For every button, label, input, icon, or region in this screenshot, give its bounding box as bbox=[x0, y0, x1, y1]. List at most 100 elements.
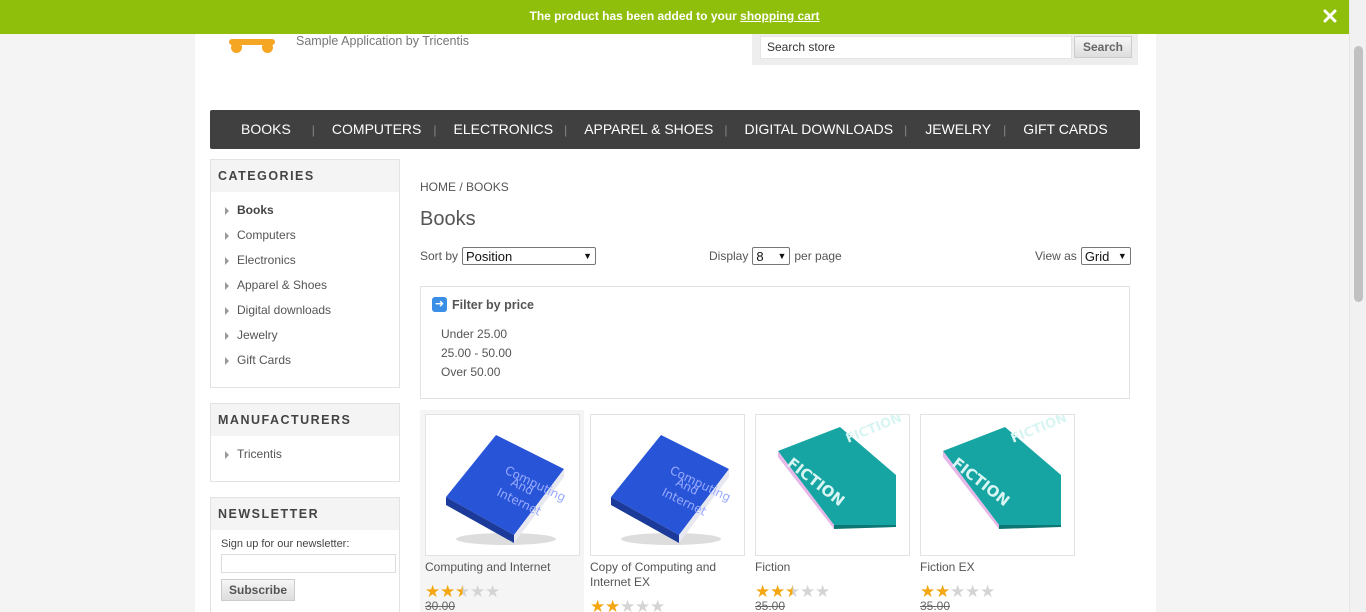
menu-separator: | bbox=[904, 122, 908, 137]
star-icon: ★ bbox=[485, 582, 501, 601]
menu-separator: | bbox=[564, 122, 568, 137]
filter-header: ➜ Filter by price bbox=[432, 297, 534, 312]
bullet-triangle-icon bbox=[225, 331, 229, 340]
product-image[interactable]: FICTION FICTION bbox=[920, 414, 1075, 556]
shopping-cart-link[interactable]: shopping cart bbox=[740, 9, 819, 23]
sort-select[interactable]: Position ▼ bbox=[462, 247, 597, 265]
star-icon: ★ bbox=[800, 582, 816, 601]
chevron-down-icon: ▼ bbox=[583, 251, 593, 261]
star-icon: ★ bbox=[770, 582, 786, 601]
product-image[interactable]: Computing And Internet bbox=[590, 414, 745, 556]
star-icon: ★ bbox=[950, 582, 966, 601]
chevron-down-icon: ▼ bbox=[1117, 251, 1127, 261]
sort-control: Sort by Position ▼ bbox=[420, 247, 600, 265]
product-image[interactable]: Computing And Internet bbox=[425, 414, 580, 556]
star-icon: ★ bbox=[635, 597, 651, 612]
product-rating: ★ ★ ★ ★ ★ bbox=[755, 583, 830, 600]
per-page-label: per page bbox=[794, 249, 842, 263]
newsletter-email-input[interactable] bbox=[221, 554, 396, 573]
menu-separator: | bbox=[1003, 122, 1007, 137]
price-range-over-50[interactable]: Over 50.00 bbox=[441, 365, 500, 379]
search-box: Search store Search bbox=[752, 30, 1138, 65]
menu-item-apparel-shoes[interactable]: APPAREL & SHOES bbox=[584, 110, 713, 149]
category-item-apparel-shoes[interactable]: Apparel & Shoes bbox=[225, 273, 399, 298]
breadcrumb-home[interactable]: HOME bbox=[420, 180, 456, 194]
sort-label: Sort by bbox=[420, 249, 459, 263]
breadcrumb-current: BOOKS bbox=[466, 180, 509, 194]
menu-item-digital-downloads[interactable]: DIGITAL DOWNLOADS bbox=[745, 110, 894, 149]
scrollbar-thumb[interactable] bbox=[1354, 46, 1363, 302]
menu-separator: | bbox=[724, 122, 728, 137]
search-input[interactable]: Search store bbox=[760, 36, 1072, 59]
star-icon: ★ bbox=[965, 582, 981, 601]
categories-block: CATEGORIES Books Computers Electronics A… bbox=[210, 159, 400, 388]
view-control: View as Grid ▼ bbox=[1035, 247, 1135, 265]
menu-item-computers[interactable]: COMPUTERS bbox=[332, 110, 421, 149]
manufacturers-block: MANUFACTURERS Tricentis bbox=[210, 403, 400, 482]
bullet-triangle-icon bbox=[225, 356, 229, 365]
book-blue-icon: Computing And Internet bbox=[446, 435, 568, 545]
notification-bar: The product has been added to your shopp… bbox=[0, 0, 1349, 34]
bullet-triangle-icon bbox=[225, 306, 229, 315]
star-icon: ★ bbox=[590, 597, 606, 612]
book-blue-icon: Computing And Internet bbox=[611, 435, 733, 545]
display-control: Display 8 ▼ per page bbox=[709, 247, 842, 265]
star-icon: ★ bbox=[470, 582, 486, 601]
category-item-jewelry[interactable]: Jewelry bbox=[225, 323, 399, 348]
book-teal-icon: FICTION FICTION bbox=[778, 415, 904, 529]
star-icon: ★ bbox=[425, 582, 441, 601]
product-title[interactable]: Computing and Internet bbox=[425, 560, 575, 575]
category-item-gift-cards[interactable]: Gift Cards bbox=[225, 348, 399, 373]
star-half-icon: ★ bbox=[785, 582, 801, 601]
newsletter-block: NEWSLETTER Sign up for our newsletter: S… bbox=[210, 497, 400, 612]
notification-text: The product has been added to your bbox=[529, 9, 741, 23]
star-icon: ★ bbox=[440, 582, 456, 601]
menu-item-electronics[interactable]: ELECTRONICS bbox=[454, 110, 554, 149]
product-item[interactable]: FICTION FICTION Fiction ★ ★ ★ ★ ★ 35.00 bbox=[750, 410, 914, 612]
menu-item-gift-cards[interactable]: GIFT CARDS bbox=[1023, 110, 1108, 149]
category-item-computers[interactable]: Computers bbox=[225, 223, 399, 248]
product-title[interactable]: Fiction bbox=[755, 560, 905, 575]
search-button[interactable]: Search bbox=[1074, 36, 1132, 58]
display-select[interactable]: 8 ▼ bbox=[752, 247, 791, 265]
arrow-right-icon: ➜ bbox=[432, 297, 447, 312]
menu-separator: | bbox=[433, 122, 437, 137]
vertical-scrollbar[interactable] bbox=[1349, 0, 1366, 612]
star-icon: ★ bbox=[815, 582, 831, 601]
star-icon: ★ bbox=[620, 597, 636, 612]
star-icon: ★ bbox=[650, 597, 666, 612]
product-title[interactable]: Fiction EX bbox=[920, 560, 1070, 575]
product-item[interactable]: Computing And Internet Computing and Int… bbox=[420, 410, 584, 612]
product-image[interactable]: FICTION FICTION bbox=[755, 414, 910, 556]
svg-text:FICTION: FICTION bbox=[844, 415, 904, 447]
top-menu: BOOKS | COMPUTERS | ELECTRONICS | APPARE… bbox=[210, 110, 1140, 149]
product-item[interactable]: Computing And Internet Copy of Computing… bbox=[585, 410, 749, 612]
product-rating: ★ ★ ★ ★ ★ bbox=[590, 598, 665, 612]
product-title[interactable]: Copy of Computing and Internet EX bbox=[590, 560, 740, 590]
breadcrumb: HOME / BOOKS bbox=[420, 180, 509, 194]
category-item-digital-downloads[interactable]: Digital downloads bbox=[225, 298, 399, 323]
menu-item-books[interactable]: BOOKS bbox=[241, 110, 291, 149]
close-icon[interactable] bbox=[1322, 8, 1338, 24]
view-label: View as bbox=[1035, 249, 1077, 263]
subscribe-button[interactable]: Subscribe bbox=[221, 579, 295, 601]
price-range-25-50[interactable]: 25.00 - 50.00 bbox=[441, 346, 512, 360]
category-item-books[interactable]: Books bbox=[225, 198, 399, 223]
display-label: Display bbox=[709, 249, 749, 263]
price-range-under-25[interactable]: Under 25.00 bbox=[441, 327, 507, 341]
manufacturer-item-tricentis[interactable]: Tricentis bbox=[225, 442, 399, 467]
bullet-triangle-icon bbox=[225, 206, 229, 215]
view-select[interactable]: Grid ▼ bbox=[1080, 247, 1131, 265]
product-rating: ★ ★ ★ ★ ★ bbox=[425, 583, 500, 600]
star-icon: ★ bbox=[605, 597, 621, 612]
menu-item-jewelry[interactable]: JEWELRY bbox=[925, 110, 991, 149]
category-item-electronics[interactable]: Electronics bbox=[225, 248, 399, 273]
categories-title: CATEGORIES bbox=[211, 160, 399, 192]
menu-separator: | bbox=[311, 122, 315, 137]
book-teal-icon: FICTION FICTION bbox=[943, 415, 1069, 529]
breadcrumb-separator: / bbox=[456, 180, 467, 194]
product-item[interactable]: FICTION FICTION Fiction EX ★ ★ ★ ★ ★ 35.00 bbox=[915, 410, 1079, 612]
bullet-triangle-icon bbox=[225, 256, 229, 265]
product-rating: ★ ★ ★ ★ ★ bbox=[920, 583, 995, 600]
page-title: Books bbox=[420, 208, 476, 230]
